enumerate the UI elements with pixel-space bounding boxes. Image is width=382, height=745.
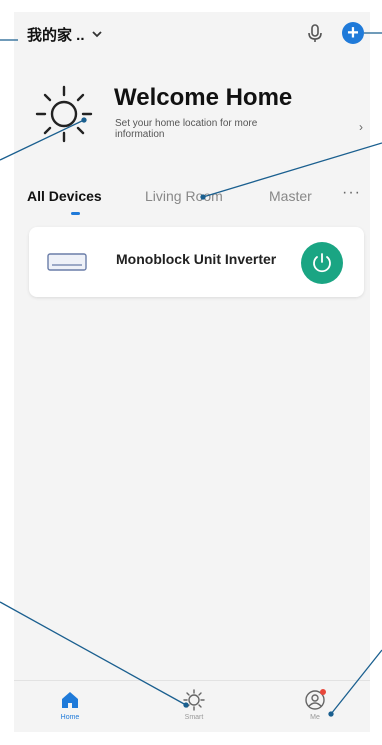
chevron-down-icon (91, 29, 102, 41)
more-tabs-icon[interactable]: ··· (342, 184, 361, 202)
bottom-tab-bar: Home Smart Me (14, 680, 370, 732)
chevron-right-icon[interactable]: › (359, 120, 363, 134)
tabbar-me-label: Me (310, 714, 320, 721)
top-bar: 我的家 .. + (14, 12, 370, 54)
tabbar-smart-label: Smart (184, 714, 204, 721)
tabbar-home[interactable]: Home (35, 689, 105, 721)
tab-living-room[interactable]: Living Room (145, 188, 223, 204)
home-icon (59, 689, 81, 711)
welcome-title: Welcome Home (114, 84, 293, 111)
notification-badge (320, 689, 326, 695)
room-tabs: All Devices Living Room Master ··· (14, 178, 370, 215)
user-icon (304, 689, 326, 711)
plus-circle-icon[interactable]: + (342, 22, 364, 44)
tabbar-smart[interactable]: Smart (159, 689, 229, 721)
power-button[interactable] (301, 242, 343, 284)
microphone-icon[interactable] (304, 22, 326, 44)
device-name: Monoblock Unit Inverter (116, 251, 277, 267)
tab-master[interactable]: Master (269, 188, 312, 204)
home-name-label: 我的家 .. (27, 27, 85, 44)
power-icon (313, 253, 331, 273)
air-conditioner-icon (47, 253, 87, 271)
active-tab-indicator (71, 212, 80, 215)
welcome-subtitle: Set your home location for more informat… (115, 118, 258, 140)
tab-all-devices[interactable]: All Devices (27, 188, 102, 204)
device-card[interactable]: Monoblock Unit Inverter (29, 227, 364, 297)
home-selector[interactable]: 我的家 .. (27, 24, 102, 45)
welcome-banner[interactable]: Welcome Home Set your home location for … (14, 68, 370, 158)
sun-icon (33, 83, 95, 145)
app-screen: 我的家 .. + Welcome Home Set your home loca… (14, 12, 370, 732)
tabbar-home-label: Home (60, 714, 80, 721)
tabbar-me[interactable]: Me (280, 689, 350, 721)
smart-sun-icon (183, 689, 205, 711)
